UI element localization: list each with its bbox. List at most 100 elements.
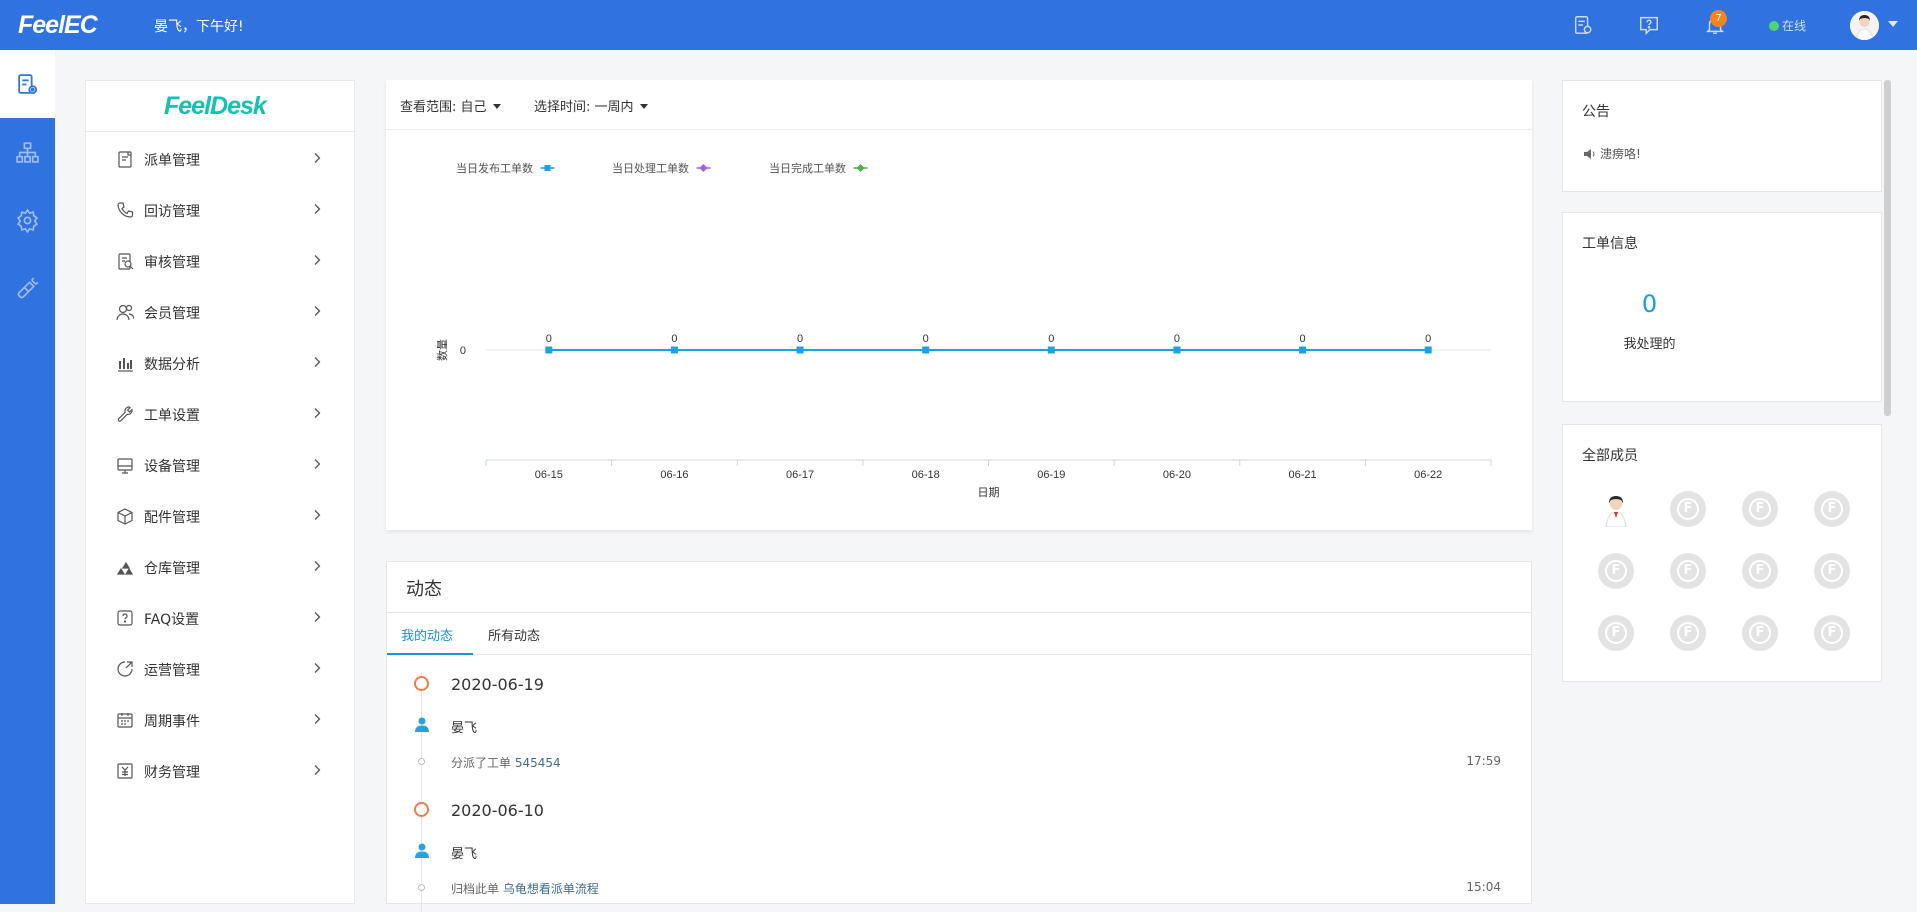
menu-item-label: 工单设置 [144,408,200,424]
member-placeholder-icon: F [1677,560,1699,582]
member-placeholder-icon: F [1749,498,1771,520]
menu-item-1[interactable]: 派单管理 [86,133,354,183]
member-placeholder-icon: F [1749,560,1771,582]
bar-chart-icon [118,358,133,372]
user-icon [415,717,429,732]
menu-item-3[interactable]: 审核管理 [86,235,354,285]
activity-user: 晏飞 [451,847,478,862]
data-point[interactable] [796,346,804,354]
workorder-line-chart: 当日发布工单数 当日处理工单数 当日完成工单数 0 数量 06-15 06-16 06-17 0… [436,161,1492,499]
menu-item-13[interactable]: 财务管理 [86,745,354,795]
data-point[interactable] [1173,346,1181,354]
member-avatar[interactable]: F [1742,491,1778,527]
menu-item-label: 财务管理 [144,765,200,781]
audit-icon [118,253,134,270]
online-status[interactable]: 在线 [1769,17,1806,34]
notice-item[interactable]: 漶痨咯! [1583,145,1641,162]
scope-filter-label: 查看范围: 自己 [400,100,487,115]
legend-label[interactable]: 当日处理工单数 [612,161,689,175]
rail-workorder[interactable] [0,50,55,118]
rail-org[interactable] [0,118,55,186]
menu-item-9[interactable]: 仓库管理 [86,541,354,591]
member-avatar[interactable]: F [1670,491,1706,527]
feeldesk-logo: FeelDesk [164,92,267,120]
member-placeholder-icon: F [1677,622,1699,644]
data-label: 0 [1174,333,1180,345]
status-label: 在线 [1782,19,1807,33]
dispatch-icon [118,151,132,168]
menu-item-4[interactable]: 会员管理 [86,286,354,336]
member-avatar[interactable]: F [1598,553,1634,589]
legend-marker [699,164,708,172]
notification-badge: 7 [1710,10,1727,27]
data-point[interactable] [922,346,930,354]
member-avatar[interactable]: F [1814,615,1850,651]
member-avatar[interactable]: F [1814,491,1850,527]
tab-my-activity[interactable]: 我的动态 [401,625,453,644]
data-point[interactable] [1047,346,1055,354]
menu-item-7[interactable]: 设备管理 [86,439,354,489]
handled-count[interactable]: 0 [1563,290,1736,318]
data-point[interactable] [1424,346,1432,354]
activity-card: 动态 我的动态 所有动态 2020-06-19 晏飞 分派了工单 545454 … [386,561,1532,912]
chevron-down-icon [639,104,648,109]
rail-settings[interactable] [0,186,55,254]
member-avatar[interactable]: F [1814,553,1850,589]
page-scrollbar[interactable] [1884,80,1891,416]
menu-item-12[interactable]: 周期事件 [86,694,354,744]
member-avatar[interactable]: F [1742,553,1778,589]
activity-tabs: 我的动态 所有动态 [387,613,1531,655]
timeline-line [421,672,422,912]
chevron-down-icon[interactable] [1888,21,1898,27]
member-avatar[interactable]: F [1670,553,1706,589]
menu-item-8[interactable]: 配件管理 [86,490,354,540]
feelec-logo[interactable]: FeelEC [18,11,98,40]
menu-item-label: 回访管理 [144,204,200,220]
x-axis-label: 日期 [978,486,1000,499]
legend-label[interactable]: 当日发布工单数 [456,161,533,175]
data-label: 0 [1425,333,1431,345]
data-point[interactable] [545,346,553,354]
user-avatar[interactable] [1850,11,1879,40]
notice-title: 公告 [1582,104,1610,120]
menu-item-11[interactable]: 运营管理 [86,643,354,693]
help-icon[interactable] [1638,14,1660,36]
member-avatar[interactable]: F [1598,615,1634,651]
scope-filter[interactable]: 查看范围: 自己 [400,96,501,115]
x-tick-label: 06-21 [1288,469,1316,481]
member-avatar[interactable]: F [1670,615,1706,651]
legend-marker [856,164,865,172]
org-tree-icon [16,142,39,163]
timeline-date-marker [414,802,429,817]
top-bar: FeelEC 晏飞，下午好! 7 在线 [0,0,1917,50]
x-tick-label: 06-16 [660,469,688,481]
menu-item-label: 数据分析 [144,357,200,373]
ticket-link[interactable]: 乌龟想看派单流程 [503,882,599,896]
member-placeholder-icon: F [1749,622,1771,644]
menu-item-6[interactable]: 工单设置 [86,388,354,438]
menu-item-5[interactable]: 数据分析 [86,337,354,387]
workorder-setting-icon [18,74,38,95]
task-setting-icon[interactable] [1572,14,1594,36]
menu-item-10[interactable]: FAQ设置 [86,592,354,642]
greeting-text: 晏飞，下午好! [154,19,244,35]
menu-item-label: 周期事件 [144,714,200,730]
member-placeholder-icon: F [1821,498,1843,520]
chevron-right-icon [314,408,321,418]
wrench-icon [117,406,133,422]
x-tick-label: 06-17 [786,469,814,481]
legend-label[interactable]: 当日完成工单数 [769,161,846,175]
action-text: 归档此单 [451,882,500,896]
statistics-card: 查看范围: 自己 选择时间: 一周内 当日发布工单数 当日处理工单数 当日完成工单数… [386,80,1532,530]
member-avatar[interactable] [1598,491,1634,528]
menu-item-label: 审核管理 [144,255,200,271]
ticket-link[interactable]: 545454 [515,756,561,770]
status-dot [1769,21,1779,31]
member-avatar[interactable]: F [1742,615,1778,651]
rail-plugin[interactable] [0,254,55,322]
time-filter[interactable]: 选择时间: 一周内 [534,96,648,115]
tab-all-activity[interactable]: 所有动态 [488,625,540,644]
data-point[interactable] [670,346,678,354]
menu-item-2[interactable]: 回访管理 [86,184,354,234]
data-point[interactable] [1299,346,1307,354]
